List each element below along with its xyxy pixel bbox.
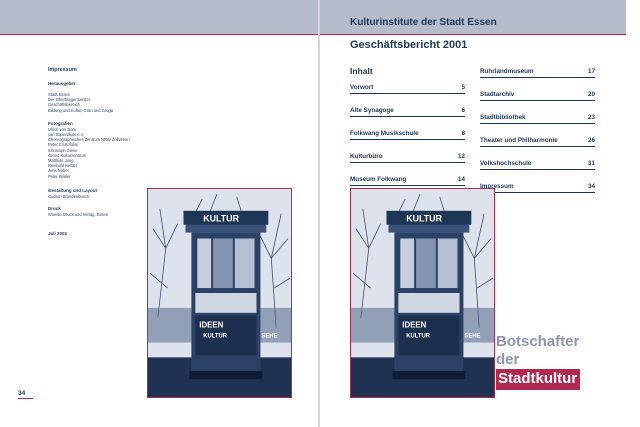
toc-entry-label: Volkshochschule	[480, 160, 532, 167]
toc-column-right: Ruhrlandmuseum 17 Stadtarchiv 20 Stadtbi…	[480, 66, 595, 193]
publisher-line: Bildung und Kultur, Grün und Gruga	[48, 107, 114, 113]
toc-entry-label: Alte Synagoge	[350, 107, 394, 114]
toc-entry[interactable]: Volkshochschule 31	[480, 147, 595, 170]
publisher-heading: Herausgeber	[48, 81, 76, 86]
toc-entry-label: Theater und Philharmonie	[480, 137, 558, 144]
page-number-rule	[18, 398, 33, 399]
toc-column-left: Vorwort 5 Alte Synagoge 6 Folkwang Musik…	[350, 84, 465, 186]
toc-entry[interactable]: Ruhrlandmuseum 17	[480, 66, 595, 78]
toc-entry[interactable]: Impressum 34	[480, 170, 595, 193]
poster-text-kultur: KULTUR	[203, 334, 228, 340]
toc-entry-label: Ruhrlandmuseum	[480, 68, 534, 75]
toc-entry[interactable]: Vorwort 5	[350, 84, 465, 94]
slogan-line-1: Botschafter	[496, 333, 580, 350]
advertising-column-image: KULTUR IDEEN KULTUR SEHE	[148, 189, 291, 397]
toc-entry[interactable]: Theater und Philharmonie 26	[480, 124, 595, 147]
toc-entry[interactable]: Stadtbibliothek 23	[480, 101, 595, 124]
toc-entry-page: 12	[457, 153, 465, 160]
toc-entry[interactable]: Stadtarchiv 20	[480, 78, 595, 101]
page-edge	[626, 0, 640, 427]
report-title: Geschäftsbericht 2001	[350, 39, 468, 51]
slogan-line-3: Stadtkultur	[496, 369, 581, 390]
toc-heading: Inhalt	[350, 66, 373, 76]
toc-entry-page: 14	[457, 176, 465, 183]
left-top-rule	[0, 34, 320, 35]
toc-entry-page: 8	[461, 130, 465, 137]
toc-entry-page: 34	[587, 183, 595, 190]
advertising-column-photo-right: KULTUR IDEEN KULTUR SEHE	[350, 188, 495, 398]
poster-text-sehe: SEHE	[464, 334, 480, 340]
toc-entry-label: Museum Folkwang	[350, 176, 407, 183]
column-sign-text: KULTUR	[203, 214, 239, 224]
toc-entry[interactable]: Alte Synagoge 6	[350, 94, 465, 117]
toc-entry-page: 6	[461, 107, 465, 114]
toc-entry-page: 31	[587, 160, 595, 167]
toc-entry-label: Kulturbüro	[350, 153, 383, 160]
slogan-line-2: der	[496, 351, 520, 368]
page-number: 34	[18, 390, 26, 397]
toc-entry[interactable]: Kulturbüro 12	[350, 140, 465, 163]
toc-entry-label: Vorwort	[350, 84, 374, 91]
poster-text-kultur: KULTUR	[406, 334, 431, 340]
poster-text-sehe: SEHE	[261, 334, 277, 340]
toc-entry[interactable]: Museum Folkwang 14	[350, 163, 465, 186]
photographer-line: Peter Wieler	[48, 173, 71, 179]
toc-entry-label: Stadtbibliothek	[480, 114, 526, 121]
left-top-band	[0, 0, 320, 34]
toc-entry-label: Folkwang Musikschule	[350, 130, 419, 137]
toc-entry-page: 20	[587, 91, 595, 98]
column-sign-text: KULTUR	[406, 214, 442, 224]
advertising-column-image: KULTUR IDEEN KULTUR SEHE	[351, 189, 494, 397]
toc-entry-page: 23	[587, 114, 595, 121]
imprint-title: Impressum	[48, 67, 77, 73]
toc-entry-page: 5	[461, 84, 465, 91]
toc-entry-label: Stadtarchiv	[480, 91, 515, 98]
poster-text-ideen: IDEEN	[402, 321, 426, 330]
slogan-block: Botschafter der Stadtkultur	[496, 333, 581, 390]
poster-text-ideen: IDEEN	[199, 321, 223, 330]
advertising-column-photo-left: KULTUR IDEEN KULTUR SEHE	[147, 188, 292, 398]
toc-entry-page: 26	[587, 137, 595, 144]
toc-entry[interactable]: Folkwang Musikschule 8	[350, 117, 465, 140]
toc-entry-page: 17	[587, 68, 595, 75]
institution-title: Kulturinstitute der Stadt Essen	[350, 17, 497, 28]
right-top-rule	[320, 34, 626, 35]
